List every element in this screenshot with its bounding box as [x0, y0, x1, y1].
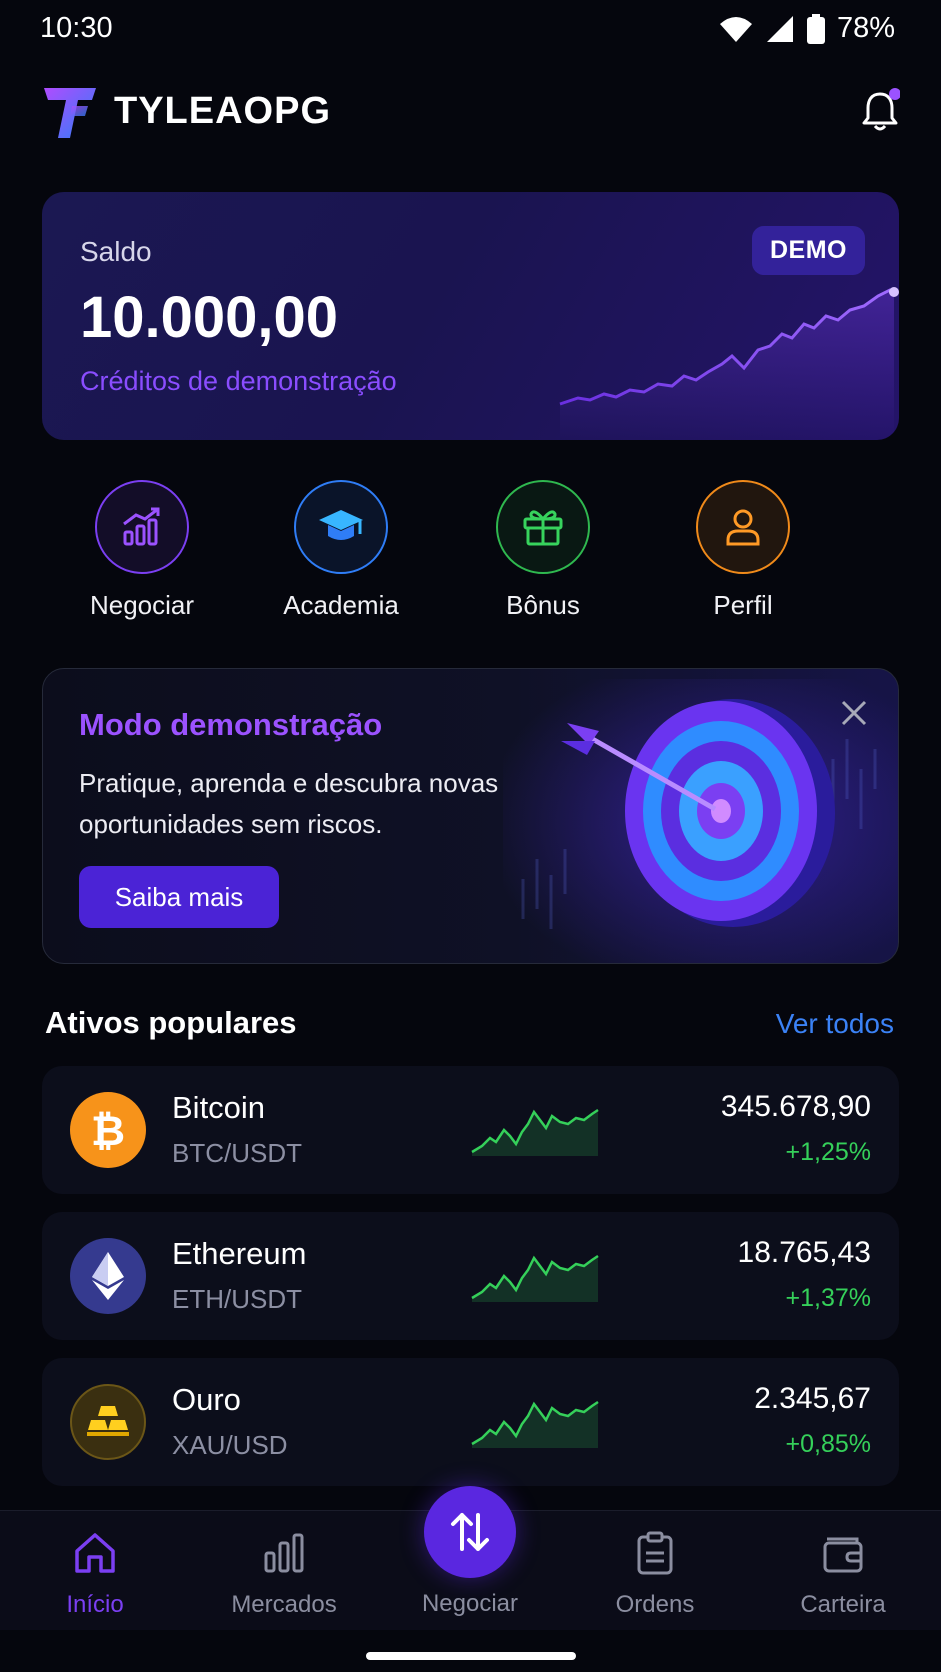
demo-badge: DEMO	[752, 226, 865, 275]
nav-ordens[interactable]: Ordens	[575, 1529, 735, 1619]
close-icon[interactable]	[838, 697, 870, 729]
nav-mercados[interactable]: Mercados	[204, 1529, 364, 1619]
asset-change: +1,25%	[785, 1138, 872, 1166]
nav-inicio[interactable]: Início	[15, 1529, 175, 1619]
signal-icon	[766, 15, 793, 42]
popular-assets-title: Ativos populares	[45, 1005, 297, 1040]
battery-level: 78%	[836, 12, 895, 44]
action-academia[interactable]: Academia	[241, 480, 441, 621]
asset-price: 345.678,90	[720, 1090, 871, 1123]
brand-logo-icon	[44, 88, 96, 138]
action-bonus[interactable]: Bônus	[443, 480, 643, 621]
balance-label: Saldo	[80, 236, 152, 267]
nav-label: Carteira	[800, 1591, 886, 1618]
action-label: Perfil	[713, 590, 773, 620]
status-time: 10:30	[40, 12, 113, 44]
action-label: Academia	[283, 590, 399, 620]
see-all-link[interactable]: Ver todos	[776, 1008, 894, 1040]
asset-name: Ethereum	[172, 1236, 307, 1271]
quick-actions: Negociar Academia Bônus Perfil	[42, 480, 899, 630]
home-icon	[75, 1533, 115, 1573]
nav-label: Mercados	[231, 1591, 337, 1618]
bar-chart-icon	[264, 1533, 304, 1573]
home-indicator[interactable]	[366, 1652, 576, 1660]
asset-row-gold[interactable]: Ouro XAU/USD 2.345,67 +0,85%	[42, 1358, 899, 1486]
promo-text: Pratique, aprenda e descubra novas oport…	[79, 768, 499, 839]
asset-change: +1,37%	[785, 1284, 872, 1312]
balance-card: Saldo 10.000,00 Créditos de demonstração…	[42, 192, 899, 440]
nav-negociar-label: Negociar	[421, 1590, 519, 1617]
balance-subtitle: Créditos de demonstração	[80, 366, 397, 396]
balance-chart	[559, 287, 899, 440]
chart-up-icon	[95, 480, 189, 574]
gold-bars-icon	[70, 1384, 146, 1460]
action-label: Bônus	[506, 590, 580, 620]
asset-change: +0,85%	[785, 1430, 872, 1458]
sparkline	[471, 1254, 599, 1302]
nav-label: Ordens	[615, 1591, 695, 1618]
status-indicators: 78%	[719, 12, 895, 45]
asset-price: 2.345,67	[754, 1382, 871, 1415]
wallet-icon	[823, 1537, 863, 1573]
nav-carteira[interactable]: Carteira	[763, 1529, 923, 1619]
asset-row-bitcoin[interactable]: ₿ Bitcoin BTC/USDT 345.678,90 +1,25%	[42, 1066, 899, 1194]
asset-row-ethereum[interactable]: Ethereum ETH/USDT 18.765,43 +1,37%	[42, 1212, 899, 1340]
demo-mode-promo-card: Modo demonstração Pratique, aprenda e de…	[42, 668, 899, 964]
graduation-cap-icon	[294, 480, 388, 574]
action-negociar[interactable]: Negociar	[42, 480, 242, 621]
status-bar: 10:30 78%	[0, 0, 941, 60]
user-icon	[696, 480, 790, 574]
notification-bell-icon[interactable]	[860, 88, 900, 134]
clipboard-icon	[637, 1531, 673, 1575]
bitcoin-icon: ₿	[70, 1092, 146, 1168]
action-label: Negociar	[89, 590, 195, 620]
ethereum-icon	[70, 1238, 146, 1314]
asset-name: Ouro	[172, 1382, 241, 1417]
promo-title: Modo demonstração	[79, 707, 383, 742]
gift-icon	[496, 480, 590, 574]
asset-pair: BTC/USDT	[172, 1138, 302, 1168]
asset-price: 18.765,43	[737, 1236, 871, 1269]
sparkline	[471, 1108, 599, 1156]
brand-name: TYLEAOPG	[114, 90, 332, 132]
asset-pair: ETH/USDT	[172, 1284, 302, 1314]
swap-arrows-icon	[451, 1513, 489, 1551]
balance-value: 10.000,00	[80, 285, 339, 350]
asset-pair: XAU/USD	[172, 1430, 288, 1460]
asset-name: Bitcoin	[172, 1090, 266, 1125]
sparkline	[471, 1400, 599, 1448]
wifi-icon	[719, 16, 752, 42]
battery-icon	[806, 13, 825, 44]
action-perfil[interactable]: Perfil	[643, 480, 843, 621]
learn-more-button[interactable]: Saiba mais	[79, 866, 279, 928]
trade-fab-button[interactable]	[424, 1486, 516, 1578]
app-header: TYLEAOPG	[42, 84, 900, 144]
nav-label: Início	[66, 1591, 124, 1618]
